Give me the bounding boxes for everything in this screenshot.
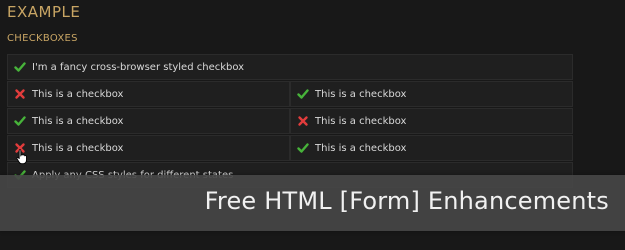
check-icon[interactable] — [297, 142, 309, 154]
section-heading: CHECKBOXES — [7, 33, 78, 44]
checkbox-option[interactable]: This is a checkbox — [7, 108, 290, 134]
checkbox-option[interactable]: This is a checkbox — [7, 135, 290, 161]
checkbox-label: This is a checkbox — [32, 88, 124, 100]
checkbox-label: This is a checkbox — [315, 115, 407, 127]
checkbox-option[interactable]: This is a checkbox — [7, 81, 290, 107]
title-banner: Free HTML [Form] Enhancements — [0, 175, 625, 231]
cross-icon[interactable] — [14, 88, 26, 100]
check-icon[interactable] — [297, 88, 309, 100]
checkbox-label: This is a checkbox — [32, 115, 124, 127]
checkbox-label: I'm a fancy cross-browser styled checkbo… — [32, 61, 245, 73]
checkbox-label: This is a checkbox — [32, 142, 124, 154]
checkbox-row: This is a checkbox This is a checkbox — [7, 108, 573, 134]
checkbox-label: This is a checkbox — [315, 88, 407, 100]
cross-icon[interactable] — [297, 115, 309, 127]
checkbox-row: I'm a fancy cross-browser styled checkbo… — [7, 54, 573, 80]
hand-cursor-icon — [16, 149, 27, 165]
checkbox-option[interactable]: This is a checkbox — [290, 108, 573, 134]
check-icon[interactable] — [14, 61, 26, 73]
checkbox-label: This is a checkbox — [315, 142, 407, 154]
checkbox-row: This is a checkbox This is a checkbox — [7, 81, 573, 107]
banner-title: Free HTML [Form] Enhancements — [204, 187, 609, 215]
checkbox-option[interactable]: This is a checkbox — [290, 135, 573, 161]
check-icon[interactable] — [14, 115, 26, 127]
page-title: EXAMPLE — [7, 3, 81, 21]
checkbox-option[interactable]: I'm a fancy cross-browser styled checkbo… — [7, 54, 573, 80]
checkbox-row: This is a checkbox This is a checkbox — [7, 135, 573, 161]
checkbox-option[interactable]: This is a checkbox — [290, 81, 573, 107]
